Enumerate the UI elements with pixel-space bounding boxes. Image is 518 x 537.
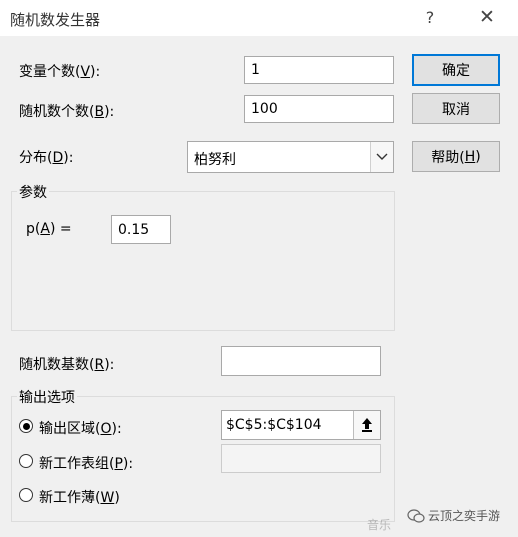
collapse-dialog-icon[interactable] [353,411,380,439]
close-icon[interactable]: ✕ [476,6,498,28]
p-value: 0.15 [118,221,150,238]
distribution-select[interactable]: 柏努利 [187,141,394,173]
count-label: 随机数个数(B): [19,104,115,120]
new-workbook-label: 新工作薄(W) [39,490,120,506]
variables-input[interactable]: 1 [244,56,394,84]
ok-button[interactable]: 确定 [412,54,500,86]
p-input[interactable]: 0.15 [111,215,171,244]
help-button[interactable]: 帮助(H) [412,141,500,172]
output-range-value: $C$5:$C$104 [226,417,322,433]
new-workbook-radio[interactable] [19,488,33,502]
dialog-title: 随机数发生器 [10,11,101,29]
new-worksheet-label: 新工作表组(P): [39,456,134,472]
count-input[interactable]: 100 [244,95,394,123]
output-range-radio[interactable] [19,419,33,433]
p-label: p(A) = [26,221,72,237]
variables-label: 变量个数(V): [19,64,101,80]
watermark-faint-text: 音乐 [367,518,392,532]
params-group-title: 参数 [17,182,49,202]
help-icon[interactable]: ? [421,8,439,27]
seed-label: 随机数基数(R): [19,357,115,373]
distribution-label: 分布(D): [19,150,74,166]
wechat-icon [407,508,425,528]
params-group [11,191,395,331]
variables-value: 1 [251,62,260,78]
new-worksheet-radio[interactable] [19,454,33,468]
seed-input[interactable] [221,346,381,376]
cancel-button[interactable]: 取消 [412,93,500,124]
output-range-input[interactable]: $C$5:$C$104 [221,410,381,440]
count-value: 100 [251,101,278,117]
new-worksheet-input[interactable] [221,444,381,473]
output-group-title: 输出选项 [17,387,77,407]
distribution-value: 柏努利 [194,152,236,168]
watermark-text: 云顶之奕手游 [428,509,501,523]
chevron-down-icon[interactable] [370,142,393,172]
output-range-label: 输出区域(O): [39,421,122,437]
